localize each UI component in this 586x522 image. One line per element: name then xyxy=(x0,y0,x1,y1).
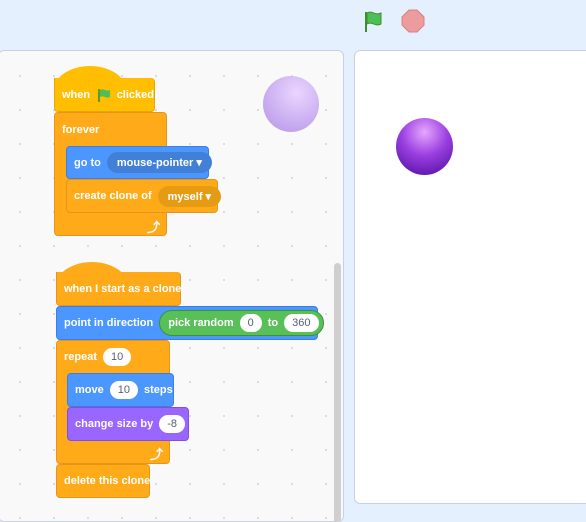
create-clone-block[interactable]: create clone of myself ▾ xyxy=(66,179,222,213)
green-flag-icon xyxy=(98,88,111,102)
loop-arrow-icon: ⤴ xyxy=(147,220,161,235)
loop-arrow-icon: ⤴ xyxy=(150,447,164,462)
when-flag-clicked-block[interactable]: when clicked xyxy=(54,78,155,112)
point-in-direction-block[interactable]: point in direction pick random 0 to 360 xyxy=(56,306,324,340)
green-flag-button[interactable] xyxy=(361,9,385,33)
sprite-ball[interactable] xyxy=(396,118,453,175)
goto-target-dropdown[interactable]: mouse-pointer ▾ xyxy=(106,152,212,173)
clone-target-dropdown[interactable]: myself ▾ xyxy=(157,185,222,207)
change-size-block[interactable]: change size by -8 xyxy=(67,407,189,441)
repeat-count-input[interactable]: 10 xyxy=(103,348,132,366)
pick-random-reporter[interactable]: pick random 0 to 360 xyxy=(159,310,324,336)
sprite-ghost xyxy=(263,76,319,132)
random-to-input[interactable]: 360 xyxy=(284,314,319,332)
stop-icon xyxy=(401,9,425,33)
go-to-block[interactable]: go to mouse-pointer ▾ xyxy=(66,146,212,179)
random-from-input[interactable]: 0 xyxy=(239,314,262,332)
when-start-as-clone-block[interactable]: when I start as a clone xyxy=(56,272,181,306)
stop-button[interactable] xyxy=(401,9,425,33)
move-steps-block[interactable]: move 10 steps xyxy=(67,373,174,407)
stage[interactable] xyxy=(354,50,586,504)
scrollbar[interactable] xyxy=(334,263,341,521)
delete-clone-block[interactable]: delete this clone xyxy=(56,464,150,498)
green-flag-icon xyxy=(365,11,382,32)
size-delta-input[interactable]: -8 xyxy=(159,415,186,433)
move-steps-input[interactable]: 10 xyxy=(109,381,138,399)
